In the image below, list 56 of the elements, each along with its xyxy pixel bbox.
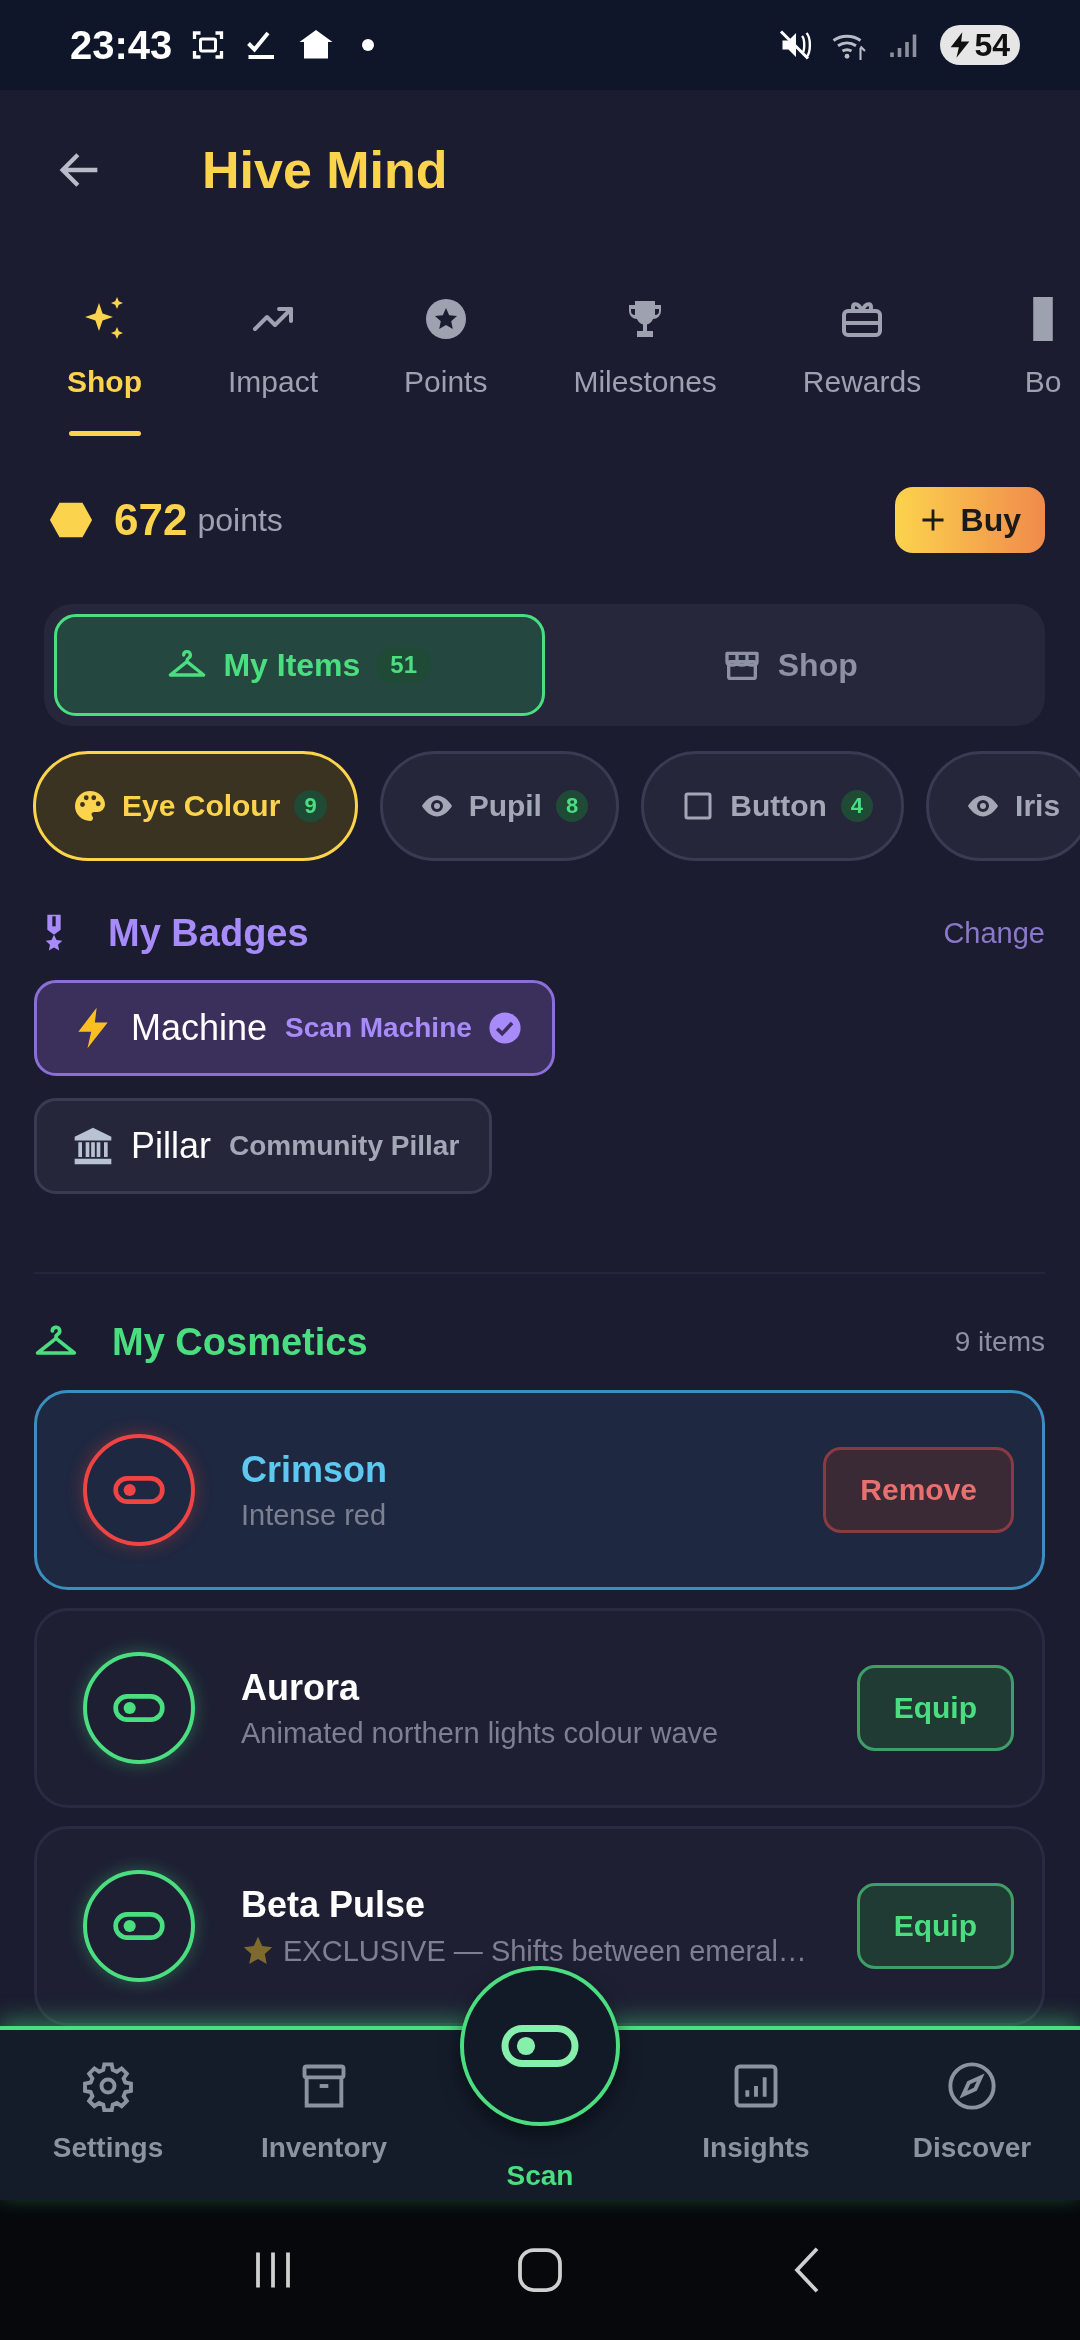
section-title: My Badges: [108, 911, 309, 955]
battery-level: 54: [974, 26, 1010, 64]
count-badge: 51: [376, 647, 432, 683]
badge-title: Community Pillar: [229, 1130, 460, 1162]
nav-item[interactable]: Settings: [0, 2030, 216, 2200]
points-label: points: [197, 501, 283, 539]
equip-button[interactable]: Equip: [856, 1883, 1014, 1969]
cosmetic-card[interactable]: Crimson Intense red Remove: [34, 1390, 1045, 1590]
tab[interactable]: Bo: [1007, 250, 1080, 445]
count-badge: 9: [294, 790, 327, 822]
filter-chip[interactable]: Pupil 8: [379, 751, 620, 861]
tab[interactable]: Shop: [67, 250, 142, 445]
nav-item[interactable]: Discover: [864, 2030, 1080, 2200]
tab[interactable]: Impact: [228, 250, 319, 445]
chip-icon: [72, 788, 108, 824]
filter-chip[interactable]: Iris: [926, 751, 1080, 861]
tab[interactable]: Points: [404, 250, 488, 445]
badge-chip[interactable]: Pillar Community Pillar: [34, 1098, 493, 1194]
check-circle-icon: [487, 1011, 522, 1045]
section-title: My Cosmetics: [112, 1320, 368, 1364]
cosmetic-description: Animated northern lights colour wave: [241, 1716, 719, 1750]
filter-chip[interactable]: Button 4: [641, 751, 905, 861]
badge-chip[interactable]: Machine Scan Machine: [34, 980, 555, 1076]
cosmetic-description: Intense red: [241, 1498, 387, 1532]
tab[interactable]: Milestones: [573, 250, 717, 445]
badge-name: Pillar: [131, 1125, 211, 1167]
tab-icon: [1033, 297, 1054, 341]
change-link[interactable]: Change: [943, 916, 1045, 950]
equip-button[interactable]: Equip: [856, 1665, 1014, 1751]
status-time: 23:43: [70, 22, 173, 68]
points-value: 672: [114, 495, 188, 545]
badge-name: Machine: [131, 1007, 268, 1049]
cosmetic-card[interactable]: Beta Pulse EXCLUSIVE — Shifts between emeral… Equip: [34, 1826, 1045, 2026]
page-title: Hive Mind: [202, 140, 448, 200]
gear-icon: [82, 2060, 134, 2112]
nav-label[interactable]: Scan: [506, 2160, 574, 2192]
segment-tab[interactable]: Shop: [544, 614, 1035, 716]
notification-dot-icon: [362, 39, 375, 51]
tab[interactable]: Rewards: [802, 250, 922, 445]
nav-item[interactable]: Inventory: [216, 2030, 432, 2200]
home-icon[interactable]: [515, 2245, 565, 2295]
cosmetic-description: EXCLUSIVE — Shifts between emeral…: [283, 1934, 807, 1968]
filter-chip[interactable]: Eye Colour 9: [33, 751, 358, 861]
buy-button[interactable]: Buy: [894, 487, 1045, 553]
nav-item[interactable]: Insights: [648, 2030, 864, 2200]
items-count: 9 items: [954, 1326, 1045, 1358]
cosmetic-name: Aurora: [241, 1666, 361, 1709]
segment-tab[interactable]: My Items 51: [54, 614, 545, 716]
cosmetic-name: Crimson: [241, 1448, 389, 1491]
count-badge: 4: [840, 790, 874, 822]
remove-button[interactable]: Remove: [823, 1447, 1014, 1533]
cosmetic-card[interactable]: Aurora Animated northern lights colour wave Equip: [34, 1608, 1045, 1808]
compass-icon: [946, 2060, 998, 2112]
count-badge: 8: [555, 790, 589, 822]
cosmetic-name: Beta Pulse: [241, 1884, 427, 1926]
badge-title: Scan Machine: [285, 1012, 472, 1044]
